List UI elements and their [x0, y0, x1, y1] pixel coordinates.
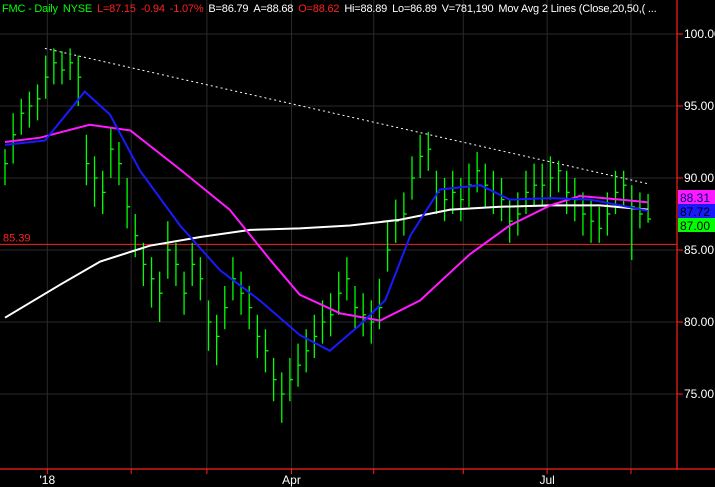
y-tick-label: 90.00 [684, 171, 714, 185]
x-tick-label: Jul [539, 473, 554, 487]
study-label: Mov Avg 2 Lines (Close,20,50,( ... [498, 3, 657, 15]
y-tick-label: 100.00 [684, 27, 715, 41]
high-price: Hi=88.89 [344, 3, 388, 15]
x-tick-label: '18 [40, 473, 56, 487]
low-price: Lo=86.89 [392, 3, 437, 15]
symbol-label: FMC - Daily [2, 3, 58, 15]
ma200-line [4, 204, 649, 319]
exchange-label: NYSE [62, 3, 93, 15]
quote-header: FMC - Daily NYSE L=87.15 -0.94 -1.07% B=86.79… [2, 3, 661, 15]
ma20-line [4, 90, 649, 353]
ask-price: A=88.68 [253, 3, 294, 15]
ma50-line [4, 123, 649, 322]
support-label: 85.39 [3, 232, 31, 244]
bid-price: B=86.79 [208, 3, 249, 15]
price-tag-label: 88.31 [680, 191, 710, 205]
y-tick-label: 75.00 [684, 387, 714, 401]
price-tag-label: 87.00 [680, 219, 710, 233]
pct-change: -1.07% [169, 3, 204, 15]
volume: V=781,190 [441, 3, 494, 15]
price-tag-label: 87.72 [680, 205, 710, 219]
y-tick-label: 80.00 [684, 315, 714, 329]
net-change: -0.94 [140, 3, 165, 15]
price-chart[interactable]: 100.00 95.00 90.00 85.00 80.00 75.00 '18 Apr Jul… [0, 0, 715, 487]
last-price: L=87.15 [97, 3, 136, 15]
y-tick-label: 85.00 [684, 243, 714, 257]
y-tick-label: 95.00 [684, 99, 714, 113]
x-tick-label: Apr [282, 473, 301, 487]
open-price: O=88.62 [298, 3, 340, 15]
